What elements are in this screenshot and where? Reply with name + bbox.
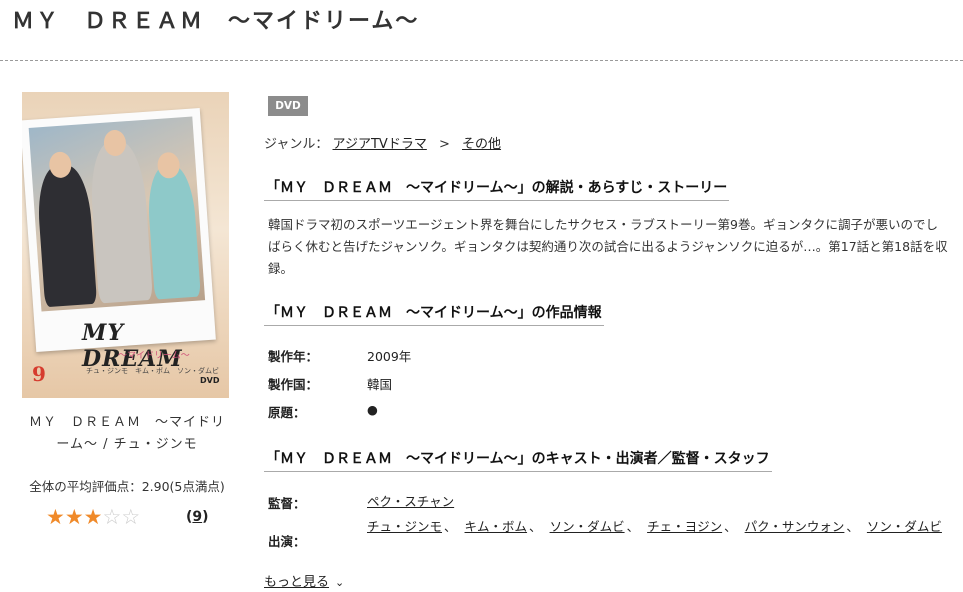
cover-person-right [145, 164, 201, 300]
info-value-country: 韓国 [367, 377, 393, 392]
star-filled-icon: ★ [64, 505, 84, 529]
cast-list: チュ・ジンモ、キム・ボム、ソン・ダムビ、チェ・ヨジン、パク・サンウォン、ソン・ダ… [367, 516, 952, 538]
info-heading: 「ＭＹ ＤＲＥＡＭ ～マイドリーム～」の作品情報 [264, 302, 604, 326]
rating-stars: ★★★☆☆ [46, 505, 140, 529]
cover-cast-names: チュ・ジンモ キム・ボム ソン・ダムビ [86, 367, 219, 375]
cast-link[interactable]: パク・サンウォン [745, 519, 845, 534]
cast-link[interactable]: キム・ボム [465, 519, 528, 534]
chevron-down-icon: ⌄ [335, 576, 345, 589]
star-filled-icon: ★ [46, 505, 65, 529]
cover-subtitle: 〜マイドリーム〜 [118, 351, 190, 361]
star-filled-icon: ★ [83, 505, 103, 529]
dvd-cover-image[interactable]: MY DREAM 〜マイドリーム〜 9 チュ・ジンモ キム・ボム ソン・ダムビ … [22, 92, 229, 398]
cover-person-center [87, 140, 153, 304]
star-empty-icon: ☆ [121, 505, 141, 529]
synopsis-text: 韓国ドラマ初のスポーツエージェント界を舞台にしたサクセス・ラブストーリー第9巻。… [268, 217, 948, 276]
show-more-link[interactable]: もっと見る ⌄ [264, 571, 344, 590]
cast-link[interactable]: ソン・ダムビ [867, 519, 942, 534]
cover-photo [28, 116, 206, 312]
genre-label: ジャンル： [264, 137, 329, 152]
review-count-close: ) [202, 509, 209, 525]
cover-polaroid-frame [22, 108, 216, 352]
rating-caption: 全体の平均評価点：2.90(5点満点) [29, 479, 225, 494]
cover-person-left [35, 163, 98, 308]
cover-logo: MY DREAM [82, 320, 183, 372]
cast-separator: 、 [626, 519, 640, 534]
page-title: ＭＹ ＤＲＥＡＭ ～マイドリーム～ [12, 9, 420, 34]
cast-separator: 、 [846, 519, 859, 534]
info-label-year: 製作年： [268, 349, 319, 364]
cast-separator: 、 [724, 519, 737, 534]
synopsis-heading: 「ＭＹ ＤＲＥＡＭ ～マイドリーム～」の解説・あらすじ・ストーリー [264, 177, 730, 201]
cast-heading: 「ＭＹ ＤＲＥＡＭ ～マイドリーム～」のキャスト・出演者／監督・スタッフ [264, 448, 772, 472]
genre-link-other[interactable]: その他 [462, 137, 501, 152]
info-label-country: 製作国： [268, 377, 319, 392]
info-value-original-title: ● [367, 402, 378, 417]
cast-link[interactable]: ソン・ダムビ [550, 519, 625, 534]
cover-dvd-logo: DVD [200, 376, 220, 385]
director-link[interactable]: ペク・スチャン [367, 494, 454, 509]
cast-label: 出演： [268, 534, 306, 549]
info-label-original-title: 原題： [268, 405, 306, 420]
info-value-year: 2009年 [367, 349, 412, 364]
director-label: 監督： [268, 496, 306, 511]
cast-link[interactable]: チュ・ジンモ [367, 519, 442, 534]
cover-volume-number: 9 [32, 362, 46, 386]
genre-breadcrumb: ジャンル： アジアTVドラマ > その他 [264, 133, 501, 152]
genre-link-asia-tv-drama[interactable]: アジアTVドラマ [333, 137, 427, 152]
review-count: (9) [186, 509, 209, 525]
director-value: ペク・スチャン [367, 491, 454, 510]
star-empty-icon: ☆ [102, 505, 122, 529]
cast-separator: 、 [529, 519, 542, 534]
product-page: ＭＹ ＤＲＥＡＭ ～マイドリーム～ MY DREAM 〜マイドリーム〜 9 チュ… [0, 0, 963, 592]
product-caption: ＭＹ ＤＲＥＡＭ ～マイドリーム～ / チュ・ジンモ [28, 415, 225, 452]
cast-link[interactable]: チェ・ヨジン [647, 519, 722, 534]
cast-separator: 、 [444, 519, 457, 534]
format-badge: DVD [268, 96, 308, 116]
show-more-label: もっと見る [264, 575, 330, 590]
genre-separator: > [438, 137, 450, 152]
review-count-link[interactable]: 9 [192, 509, 202, 525]
header-divider [0, 60, 963, 61]
